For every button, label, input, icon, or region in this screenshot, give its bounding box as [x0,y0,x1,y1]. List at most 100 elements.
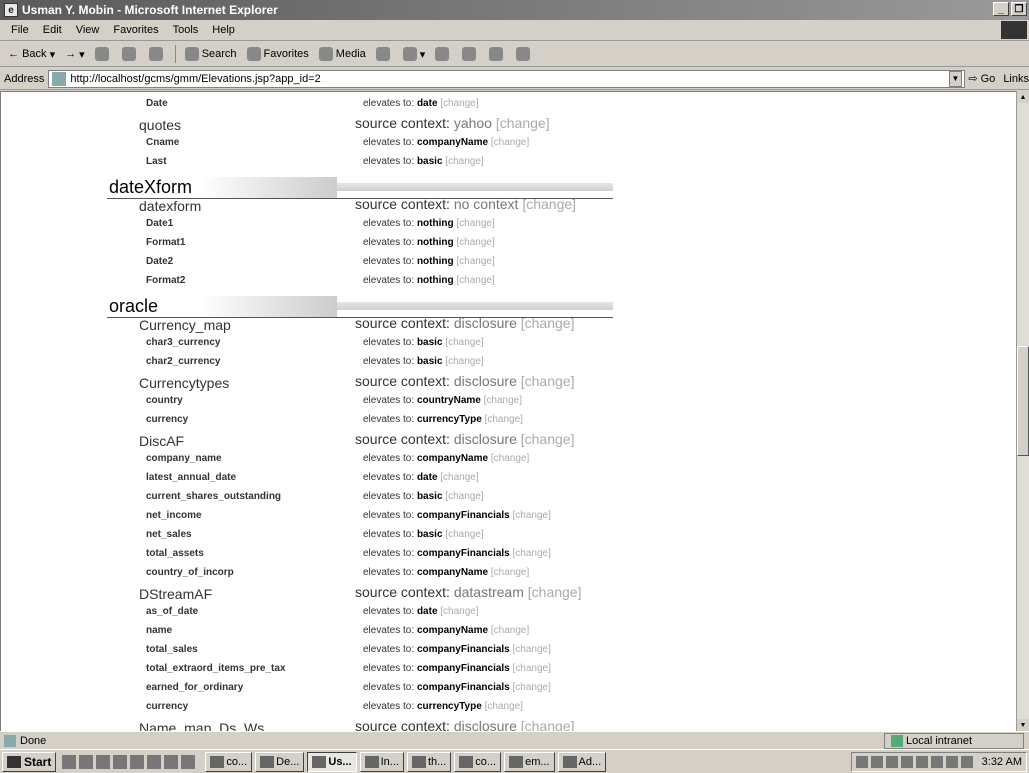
back-button[interactable]: ← Back ▾ [4,44,59,64]
change-elevation-link[interactable]: [change] [445,156,483,167]
mail-button[interactable]: ▾ [399,44,430,64]
change-context-link[interactable]: [change] [521,315,575,331]
change-elevation-link[interactable]: [change] [513,682,551,693]
links-button[interactable]: Links [1003,73,1029,85]
change-elevation-link[interactable]: [change] [456,237,494,248]
search-button[interactable]: Search [181,44,241,64]
change-elevation-link[interactable]: [change] [445,337,483,348]
change-elevation-link[interactable]: [change] [440,606,478,617]
minimize-button[interactable]: _ [993,2,1009,16]
ie-quicklaunch-icon[interactable] [79,754,94,769]
change-context-link[interactable]: [change] [521,373,575,389]
field-name: total_sales [146,644,198,655]
forward-button[interactable]: → ▾ [61,44,89,64]
start-button[interactable]: Start [2,751,57,772]
change-context-link[interactable]: [change] [521,431,575,447]
address-dropdown-button[interactable]: ▼ [948,70,963,87]
field-name: total_assets [146,548,204,559]
change-elevation-link[interactable]: [change] [440,98,478,109]
outlook-quicklaunch-icon[interactable] [96,754,111,769]
app2-quicklaunch-icon[interactable] [130,754,145,769]
field-name: char2_currency [146,356,221,367]
elevation-target: date [416,606,438,617]
history-button[interactable] [372,44,397,64]
change-elevation-link[interactable]: [change] [513,663,551,674]
elevation: elevates to: nothing [change] [363,237,495,248]
monitor-icon[interactable] [885,756,898,768]
change-elevation-link[interactable]: [change] [485,701,523,712]
change-elevation-link[interactable]: [change] [491,137,529,148]
volume-icon[interactable] [870,756,883,768]
change-elevation-link[interactable]: [change] [445,529,483,540]
app5-quicklaunch-icon[interactable] [181,754,196,769]
taskbar-task[interactable]: In... [359,751,404,772]
vertical-scrollbar[interactable]: ▲ ▼ [1016,91,1029,731]
taskbar-task[interactable]: th... [406,751,452,772]
change-context-link[interactable]: [change] [521,718,575,731]
taskbar-task[interactable]: co... [454,751,502,772]
stop-button[interactable] [91,44,116,64]
tray-app-icon[interactable] [915,756,928,768]
change-elevation-link[interactable]: [change] [491,625,529,636]
change-elevation-link[interactable]: [change] [456,256,494,267]
network-icon[interactable] [855,756,868,768]
media-button[interactable]: Media [315,44,370,64]
taskbar-task[interactable]: em... [504,751,555,772]
change-elevation-link[interactable]: [change] [440,472,478,483]
change-elevation-link[interactable]: [change] [484,395,522,406]
menu-tools[interactable]: Tools [166,24,206,36]
home-button[interactable] [145,44,170,64]
show-desktop-icon[interactable] [62,754,77,769]
change-elevation-link[interactable]: [change] [445,491,483,502]
print-button[interactable] [431,44,456,64]
elevation-target: nothing [416,275,454,286]
address-field[interactable] [48,69,965,88]
tray-app3-icon[interactable] [945,756,958,768]
tray-app4-icon[interactable] [960,756,973,768]
menu-file[interactable]: File [4,24,36,36]
taskbar-task[interactable]: Ad... [557,751,607,772]
status-bar: Done Local intranet [0,731,1029,749]
tray-app2-icon[interactable] [930,756,943,768]
change-elevation-link[interactable]: [change] [485,414,523,425]
favorites-button[interactable]: Favorites [243,44,313,64]
field-row: currency elevates to: currencyType [chang… [1,414,701,431]
address-input[interactable] [70,72,951,85]
menu-view[interactable]: View [69,24,107,36]
change-elevation-link[interactable]: [change] [491,567,529,578]
taskbar-task[interactable]: Us... [307,751,357,772]
change-elevation-link[interactable]: [change] [445,356,483,367]
go-button[interactable]: ⇨ Go [968,72,995,86]
app-quicklaunch-icon[interactable] [113,754,128,769]
change-elevation-link[interactable]: [change] [491,453,529,464]
scroll-thumb[interactable] [1017,346,1029,456]
field-name: total_extraord_items_pre_tax [146,663,286,674]
change-elevation-link[interactable]: [change] [513,510,551,521]
taskbar-task[interactable]: co... [205,751,253,772]
menu-favorites[interactable]: Favorites [106,24,165,36]
change-context-link[interactable]: [change] [528,584,582,600]
app4-quicklaunch-icon[interactable] [164,754,179,769]
change-elevation-link[interactable]: [change] [513,644,551,655]
field-row: as_of_date elevates to: date [change] [1,606,701,623]
change-context-link[interactable]: [change] [522,196,576,212]
taskbar-task[interactable]: De... [255,751,305,772]
change-elevation-link[interactable]: [change] [456,275,494,286]
messenger-button[interactable] [485,44,510,64]
restore-button[interactable]: ❐ [1011,2,1027,16]
app3-quicklaunch-icon[interactable] [147,754,162,769]
scroll-up-button[interactable]: ▲ [1017,91,1029,103]
change-elevation-link[interactable]: [change] [513,548,551,559]
change-context-link[interactable]: [change] [496,115,550,131]
task-app-icon [459,755,474,768]
field-name: Cname [146,137,180,148]
source-context-label: source context: [355,373,450,389]
user-icon[interactable] [900,756,913,768]
change-elevation-link[interactable]: [change] [456,218,494,229]
refresh-button[interactable] [118,44,143,64]
scroll-down-button[interactable]: ▼ [1017,719,1029,731]
edit-page-button[interactable] [458,44,483,64]
menu-edit[interactable]: Edit [36,24,69,36]
menu-help[interactable]: Help [205,24,242,36]
contacts-button[interactable] [512,44,537,64]
